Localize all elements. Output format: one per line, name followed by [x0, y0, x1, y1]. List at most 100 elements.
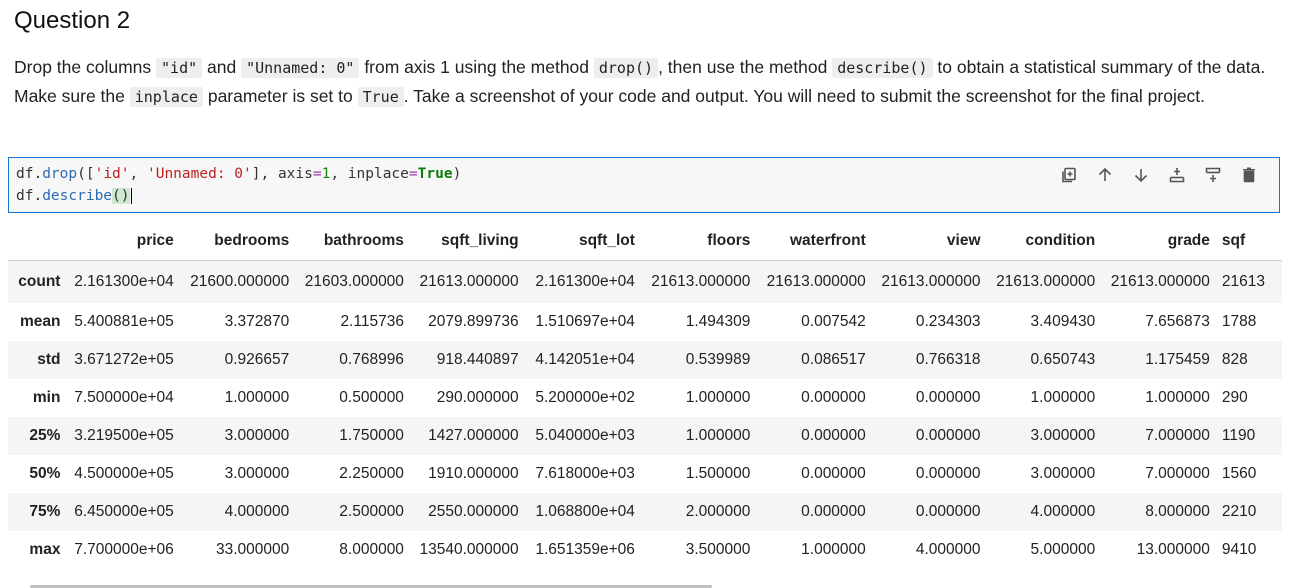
table-cell: 21613.000000 [881, 273, 981, 290]
column-header: sqft_lot [524, 222, 641, 261]
table-cell: 1.000000 [685, 389, 751, 406]
table-cell: 290.000000 [436, 389, 519, 406]
row-label: 25% [29, 427, 61, 444]
code-token: True [417, 166, 453, 182]
table-cell: 1.510697e+04 [535, 313, 635, 330]
text-cursor [130, 188, 132, 204]
table-cell: 7.656873 [1145, 313, 1210, 330]
table-cell: 4.000000 [224, 503, 290, 520]
arrow-up-icon [1098, 167, 1112, 181]
move-down-button[interactable] [1123, 164, 1159, 186]
column-header: sqf [1215, 222, 1282, 261]
column-header: condition [986, 222, 1102, 261]
table-cell: 2079.899736 [428, 313, 519, 330]
table-cell: 8.000000 [1145, 503, 1210, 520]
duplicate-cell-button[interactable] [1051, 164, 1087, 186]
table-cell: 0.000000 [915, 427, 981, 444]
arrow-down-icon [1134, 169, 1148, 183]
inline-code-drop: drop() [593, 58, 659, 78]
table-cell: 0.000000 [801, 503, 866, 520]
table-cell: 8.000000 [339, 541, 404, 558]
table-cell: 1.000000 [1145, 389, 1210, 406]
body-text: . Take a screenshot of your code and out… [403, 86, 1206, 106]
table-cell: 21613.000000 [1110, 273, 1210, 290]
table-cell: 5.200000e+02 [535, 389, 635, 406]
delete-cell-button[interactable] [1231, 164, 1267, 186]
table-cell: 3.219500e+05 [74, 427, 174, 444]
table-cell: 1427.000000 [428, 427, 519, 444]
insert-below-button[interactable] [1195, 164, 1231, 186]
move-up-button[interactable] [1087, 164, 1123, 186]
table-cell: 918.440897 [436, 351, 519, 368]
table-cell: 0.000000 [915, 503, 981, 520]
table-cell: 3.409430 [1030, 313, 1096, 330]
table-cell: 3.000000 [224, 427, 290, 444]
table-cell: 1.750000 [339, 427, 404, 444]
table-cell: 6.450000e+05 [74, 503, 174, 520]
table-cell: 290 [1221, 389, 1248, 406]
table-cell: 1.500000 [685, 465, 751, 482]
table-cell: 3.372870 [224, 313, 290, 330]
table-header-row: price bedrooms bathrooms sqft_living sqf… [8, 222, 1282, 261]
table-cell: 21603.000000 [304, 273, 404, 290]
trash-icon [1243, 167, 1255, 183]
table-row: 75% 6.450000e+05 4.000000 2.500000 2550.0000… [8, 493, 1282, 531]
table-cell: 7.000000 [1145, 465, 1210, 482]
table-cell: 1910.000000 [428, 465, 519, 482]
table-cell: 0.766318 [915, 351, 981, 368]
code-token: df [16, 166, 34, 182]
row-label: min [32, 389, 61, 406]
column-header: view [871, 222, 987, 261]
table-cell: 33.000000 [215, 541, 290, 558]
row-label: count [18, 273, 61, 290]
table-cell: 828 [1221, 351, 1248, 368]
row-label: std [37, 351, 61, 368]
table-cell: 13.000000 [1136, 541, 1210, 558]
code-token: . [33, 188, 43, 204]
table-row: 50% 4.500000e+05 3.000000 2.250000 1910.0000… [8, 455, 1282, 493]
horizontal-scrollbar[interactable] [30, 584, 1268, 588]
table-cell: 2550.000000 [428, 503, 519, 520]
table-cell: 21613.000000 [419, 273, 519, 290]
column-header: bathrooms [295, 222, 410, 261]
table-row: 25% 3.219500e+05 3.000000 1.750000 1427.0000… [8, 417, 1282, 455]
table-row: min 7.500000e+04 1.000000 0.500000 290.00000… [8, 379, 1282, 417]
table-cell: 5.040000e+03 [535, 427, 635, 444]
table-cell: 0.000000 [915, 465, 981, 482]
column-header: price [66, 222, 180, 261]
column-header: bedrooms [179, 222, 296, 261]
code-token: = [408, 166, 418, 182]
insert-above-button[interactable] [1159, 164, 1195, 186]
table-cell: 4.000000 [1030, 503, 1096, 520]
column-header: grade [1101, 222, 1216, 261]
code-token: describe [42, 188, 113, 204]
table-cell: 4.142051e+04 [535, 351, 635, 368]
table-cell: 21613 [1221, 273, 1266, 290]
table-cell: 7.618000e+03 [535, 465, 635, 482]
table-cell: 2.161300e+04 [535, 273, 635, 290]
column-header: sqft_living [409, 222, 525, 261]
code-token: = [312, 166, 322, 182]
table-cell: 0.539989 [685, 351, 751, 368]
table-cell: 0.000000 [801, 427, 866, 444]
question-body: Drop the columns "id" and "Unnamed: 0" f… [14, 53, 1282, 111]
table-cell: 2210 [1221, 503, 1257, 520]
column-header [8, 222, 67, 261]
table-cell: 21613.000000 [766, 273, 866, 290]
code-token: . [33, 166, 43, 182]
table-cell: 2.161300e+04 [74, 273, 174, 290]
row-label: 50% [29, 465, 61, 482]
code-cell[interactable]: df.drop(['id', 'Unnamed: 0'], axis=1, in… [8, 157, 1280, 213]
body-text: from axis 1 using the method [359, 57, 594, 77]
body-text: , then use the method [658, 57, 833, 77]
table-cell: 1.000000 [224, 389, 290, 406]
table-cell: 0.500000 [339, 389, 404, 406]
table-cell: 21600.000000 [190, 273, 290, 290]
table-row: std 3.671272e+05 0.926657 0.768996 918.44089… [8, 341, 1282, 379]
table-cell: 5.400881e+05 [74, 313, 174, 330]
table-cell: 13540.000000 [419, 541, 519, 558]
table-cell: 2.115736 [340, 313, 404, 330]
question-title: Question 2 [14, 7, 131, 34]
row-label: 75% [29, 503, 61, 520]
table-cell: 1.000000 [801, 541, 866, 558]
